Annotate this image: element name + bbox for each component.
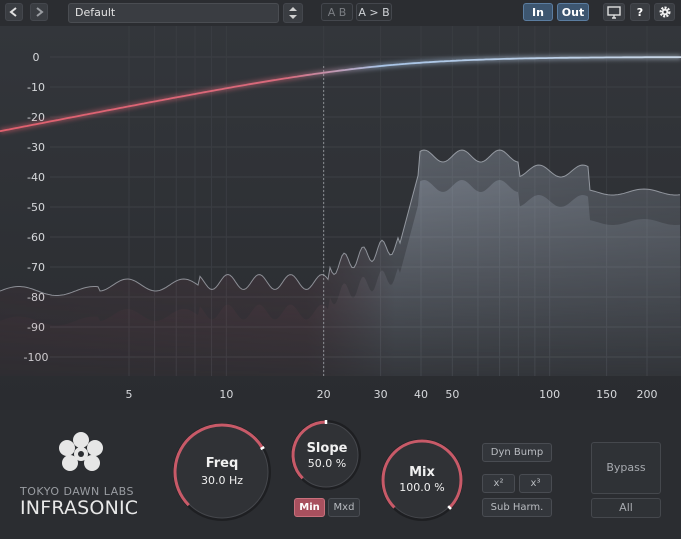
x-tick-label: 30 <box>374 388 388 401</box>
y-tick-label: -30 <box>27 141 45 154</box>
ab-toggle-button[interactable]: A B <box>321 3 353 21</box>
all-button[interactable]: All <box>591 498 661 518</box>
x3-button[interactable]: x³ <box>519 474 552 493</box>
x-tick-label: 40 <box>414 388 428 401</box>
mix-readout: Mix 100.0 % <box>382 465 462 494</box>
slope-value: 50.0 % <box>307 457 347 470</box>
up-down-arrows-icon <box>289 7 297 19</box>
x-tick-label: 150 <box>596 388 617 401</box>
sub-harm-button[interactable]: Sub Harm. <box>482 498 552 517</box>
x-tick-label: 100 <box>539 388 560 401</box>
preset-selector[interactable]: Default <box>68 3 279 23</box>
mode-min-button[interactable]: Min <box>294 498 325 517</box>
y-tick-label: -70 <box>27 261 45 274</box>
y-tick-label: -60 <box>27 231 45 244</box>
mix-value: 100.0 % <box>399 481 445 494</box>
frequency-graph[interactable]: 0-10-20-30-40-50-60-70-80-90-100 5102030… <box>0 26 681 410</box>
y-tick-label: -50 <box>27 201 45 214</box>
gear-icon <box>659 6 670 18</box>
x-tick-label: 10 <box>219 388 233 401</box>
help-button[interactable]: ? <box>630 3 650 21</box>
y-tick-label: -10 <box>27 81 45 94</box>
freq-label: Freq <box>205 456 239 471</box>
mix-label: Mix <box>409 465 435 480</box>
preset-stepper[interactable] <box>283 3 303 23</box>
slope-readout: Slope 50.0 % <box>292 441 362 470</box>
x-tick-label: 20 <box>317 388 331 401</box>
arrow-left-icon <box>9 7 17 17</box>
y-tick-label: 0 <box>33 51 40 64</box>
freq-readout: Freq 30.0 Hz <box>182 456 262 487</box>
undo-button[interactable] <box>5 3 23 21</box>
x2-button[interactable]: x² <box>482 474 515 493</box>
copy-a-to-b-button[interactable]: A > B <box>356 3 392 21</box>
slope-label: Slope <box>306 441 348 456</box>
mode-mxd-button[interactable]: Mxd <box>328 498 360 517</box>
redo-button[interactable] <box>30 3 48 21</box>
freq-value: 30.0 Hz <box>200 474 244 487</box>
input-meter-button[interactable]: In <box>523 3 553 21</box>
monitor-icon <box>607 6 621 19</box>
arrow-right-icon <box>36 7 44 17</box>
x-tick-label: 50 <box>445 388 459 401</box>
x-tick-label: 5 <box>126 388 133 401</box>
plugin-window: Default A B A > B In Out ? 0 -10 -20 -30… <box>0 0 681 539</box>
top-toolbar: Default A B A > B In Out ? <box>0 0 681 27</box>
y-tick-label: -40 <box>27 171 45 184</box>
bypass-button[interactable]: Bypass <box>591 442 661 494</box>
spectrum-display: 0-10-20-30-40-50-60-70-80-90-100 5102030… <box>0 26 681 410</box>
output-meter-button[interactable]: Out <box>557 3 589 21</box>
dyn-bump-button[interactable]: Dyn Bump <box>482 443 552 462</box>
display-button[interactable] <box>603 3 625 21</box>
knob-layer <box>173 420 463 521</box>
knob-pointer <box>260 445 265 451</box>
x-tick-label: 200 <box>637 388 658 401</box>
settings-button[interactable] <box>654 3 675 21</box>
